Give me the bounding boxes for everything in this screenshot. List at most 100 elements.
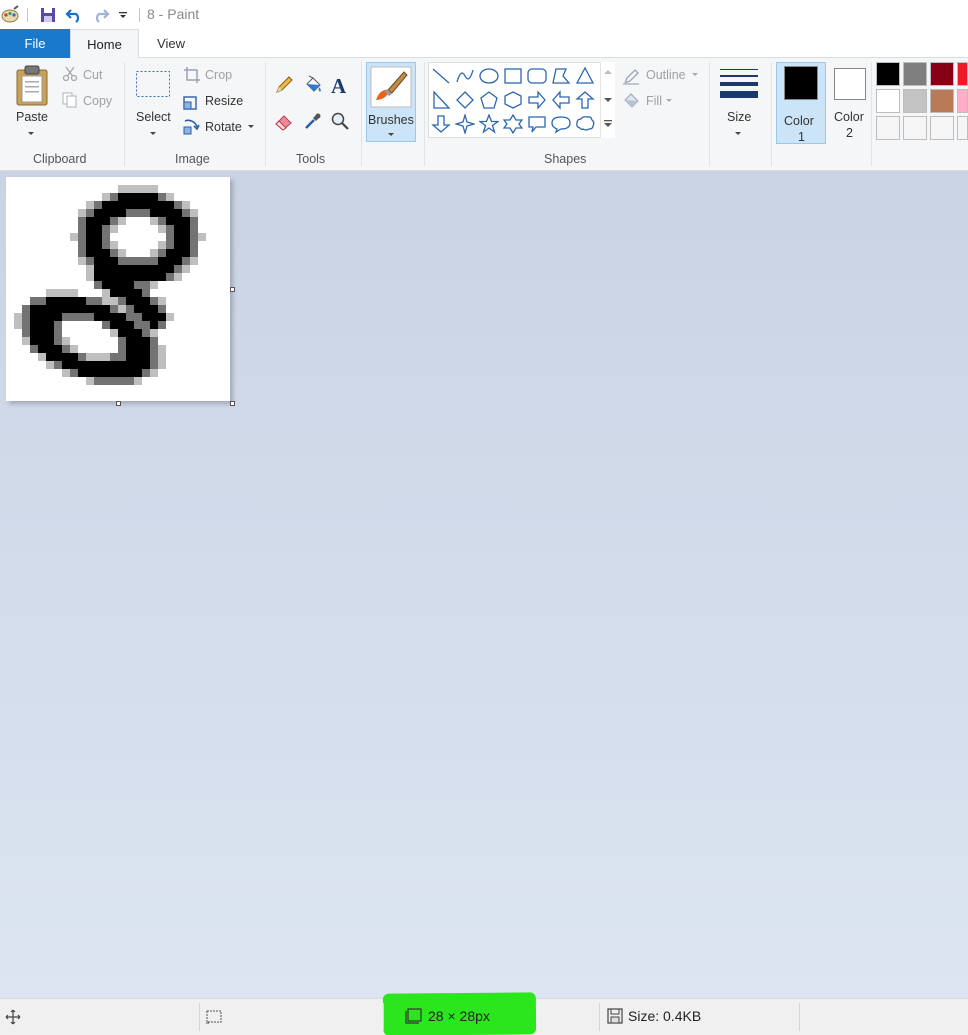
canvas-workspace[interactable] [0,171,968,998]
up-arrow-shape-icon[interactable] [573,88,597,112]
palette-swatch[interactable] [957,89,968,113]
right-triangle-shape-icon[interactable] [429,88,453,112]
undo-icon[interactable] [64,5,84,25]
drawing-canvas[interactable] [6,177,230,401]
tab-file[interactable]: File [0,29,70,58]
fill-bucket-icon[interactable] [302,74,324,96]
digit-pixel [126,361,134,369]
palette-swatch[interactable] [930,89,954,113]
rotate-button[interactable]: Rotate [205,120,242,134]
customize-qat-icon[interactable] [113,5,133,25]
digit-pixel [174,257,182,265]
palette-swatch[interactable] [957,116,968,140]
brushes-button[interactable]: Brushes [366,62,416,142]
select-button[interactable]: Select [136,110,171,124]
digit-pixel [70,305,78,313]
digit-pixel [86,225,94,233]
digit-pixel [78,305,86,313]
line-size-icon[interactable] [718,66,760,102]
outline-button[interactable]: Outline [646,68,686,82]
polygon-shape-icon[interactable] [549,64,573,88]
select-chevron-down-icon[interactable] [150,132,156,135]
palette-swatch[interactable] [876,62,900,86]
digit-pixel [110,377,118,385]
digit-pixel [46,361,54,369]
digit-pixel [70,369,78,377]
canvas-resize-handle-bottom[interactable] [116,401,121,406]
down-arrow-shape-icon[interactable] [429,112,453,136]
triangle-shape-icon[interactable] [573,64,597,88]
outline-chevron-down-icon[interactable] [692,73,698,76]
digit-pixel [166,233,174,241]
digit-pixel [150,305,158,313]
palette-swatch[interactable] [903,62,927,86]
tab-view[interactable]: View [140,29,202,58]
color2-swatch[interactable] [834,68,866,100]
scroll-up-icon[interactable] [603,67,613,77]
digit-pixel [126,337,134,345]
canvas-resize-handle-right[interactable] [230,287,235,292]
gallery-more-icon[interactable] [603,118,613,130]
paste-label[interactable]: Paste [16,110,48,124]
digit-pixel [94,241,102,249]
pentagon-shape-icon[interactable] [477,88,501,112]
color-picker-icon[interactable] [302,110,324,132]
palette-swatch[interactable] [876,116,900,140]
scroll-down-icon[interactable] [603,95,613,105]
size-chevron-down-icon[interactable] [735,132,741,135]
paste-button[interactable] [12,64,52,108]
color1-button[interactable]: Color 1 [776,62,826,144]
fill-button[interactable]: Fill [646,94,662,108]
palette-swatch[interactable] [903,89,927,113]
copy-button[interactable]: Copy [83,94,112,108]
right-arrow-shape-icon[interactable] [525,88,549,112]
paste-chevron-down-icon[interactable] [28,132,34,135]
status-separator [799,1003,800,1031]
palette-swatch[interactable] [903,116,927,140]
text-tool-icon[interactable]: A [329,74,351,96]
rectangular-callout-shape-icon[interactable] [525,112,549,136]
digit-pixel [30,345,38,353]
pencil-icon[interactable] [273,74,295,96]
canvas-resize-handle-corner[interactable] [230,401,235,406]
redo-icon[interactable] [91,5,111,25]
digit-pixel [86,241,94,249]
digit-pixel [102,265,110,273]
digit-pixel [110,273,118,281]
palette-swatch[interactable] [876,89,900,113]
rounded-rectangle-shape-icon[interactable] [525,64,549,88]
five-point-star-shape-icon[interactable] [477,112,501,136]
rotate-chevron-down-icon[interactable] [248,125,254,128]
palette-swatch[interactable] [930,116,954,140]
palette-swatch[interactable] [957,62,968,86]
digit-pixel [102,241,110,249]
eraser-icon[interactable] [273,110,295,132]
rectangle-shape-icon[interactable] [501,64,525,88]
resize-button[interactable]: Resize [205,94,243,108]
digit-pixel [14,321,22,329]
fill-chevron-down-icon[interactable] [666,99,672,102]
color2-label[interactable]: Color [834,110,864,124]
digit-pixel [134,209,142,217]
oval-shape-icon[interactable] [477,64,501,88]
cloud-callout-shape-icon[interactable] [573,112,597,136]
six-point-star-shape-icon[interactable] [501,112,525,136]
curve-shape-icon[interactable] [453,64,477,88]
magnifier-icon[interactable] [329,110,351,132]
left-arrow-shape-icon[interactable] [549,88,573,112]
hexagon-shape-icon[interactable] [501,88,525,112]
save-icon[interactable] [38,5,58,25]
four-point-star-shape-icon[interactable] [453,112,477,136]
cut-button[interactable]: Cut [83,68,102,82]
crop-button[interactable]: Crop [205,68,232,82]
select-rectangle-icon[interactable] [135,70,171,98]
oval-callout-shape-icon[interactable] [549,112,573,136]
palette-swatch[interactable] [930,62,954,86]
diamond-shape-icon[interactable] [453,88,477,112]
tab-home[interactable]: Home [70,29,139,59]
size-button[interactable]: Size [727,110,751,124]
shapes-scrollbar[interactable] [600,62,615,138]
line-shape-icon[interactable] [429,64,453,88]
digit-pixel [134,273,142,281]
paint-app-icon[interactable] [0,5,20,25]
